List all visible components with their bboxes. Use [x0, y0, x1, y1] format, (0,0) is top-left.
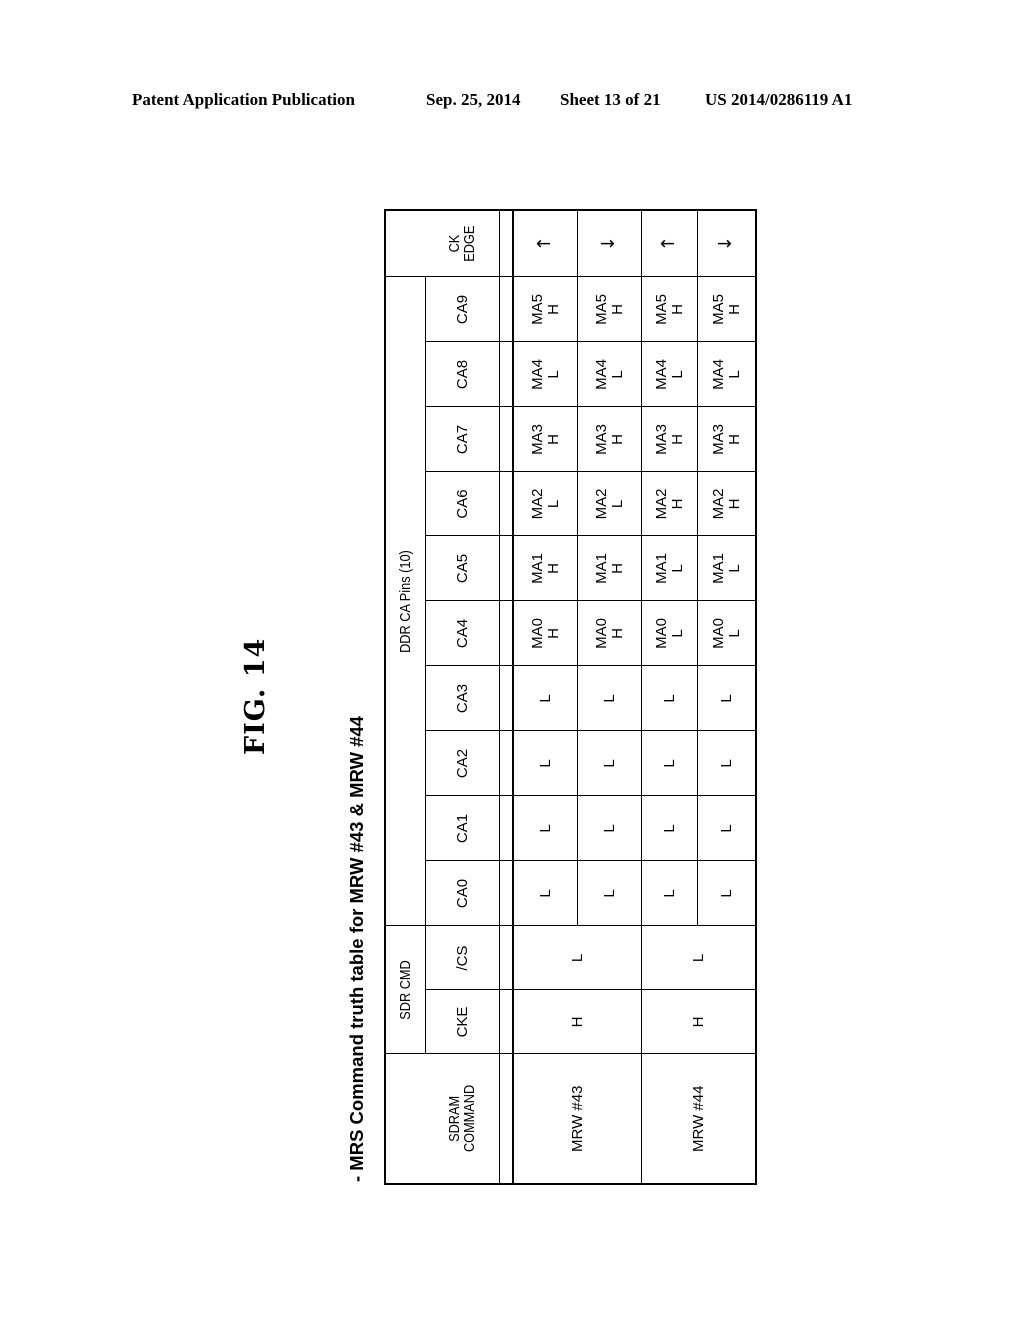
ca8-cell: MA4 L [513, 342, 578, 407]
col-header-ca7: CA7 [425, 407, 500, 472]
ca5-cell: MA1 H [577, 536, 642, 601]
ca6-cell: MA2 L [513, 472, 578, 536]
figure-caption-text: - MRS Command truth table for MRW #43 & … [346, 716, 367, 1182]
arrow-down-icon: ↓ [697, 210, 756, 277]
cs-cell: L [641, 926, 756, 990]
ca4-cell: MA0 L [697, 601, 756, 666]
ca1-cell: L [641, 796, 698, 861]
ca0-cell: L [641, 861, 698, 926]
ca5-cell: MA1 L [641, 536, 698, 601]
ca4-cell: MA0 L [641, 601, 698, 666]
ca8-cell: MA4 L [577, 342, 642, 407]
ca7-cell: MA3 H [641, 407, 698, 472]
ca6-cell: MA2 L [577, 472, 642, 536]
cke-cell: H [641, 990, 756, 1054]
col-header-ca6: CA6 [425, 472, 500, 536]
col-header-ca4: CA4 [425, 601, 500, 666]
col-header-sdram-command: SDRAM COMMAND [425, 1054, 500, 1184]
ca6-cell: MA2 H [697, 472, 756, 536]
column-header-row: SDRAM COMMAND CKE /CS CA0 CA1 CA2 CA3 CA4… [425, 210, 500, 1184]
ca3-cell: L [577, 666, 642, 731]
col-header-cs: /CS [425, 926, 500, 990]
command-cell: MRW #43 [513, 1054, 642, 1184]
col-header-ca2: CA2 [425, 731, 500, 796]
ca4-cell: MA0 H [577, 601, 642, 666]
blank-header-cell [385, 1054, 426, 1184]
ca3-cell: L [641, 666, 698, 731]
ca9-cell: MA5 H [577, 277, 642, 342]
mrs-truth-table: SDR CMD DDR CA Pins (10) SDRAM COMMAND CK… [384, 209, 757, 1185]
ca6-cell: MA2 H [641, 472, 698, 536]
table-row: MRW #44 H L L L L L MA0 L MA1 L MA2 H MA3 H MA4 L MA5 H ↑ [641, 210, 756, 1184]
ca9-cell: MA5 H [641, 277, 698, 342]
arrow-down-icon: ↓ [577, 210, 642, 277]
cs-cell: L [513, 926, 642, 990]
ca7-cell: MA3 H [697, 407, 756, 472]
col-header-ca8: CA8 [425, 342, 500, 407]
ca9-cell: MA5 H [697, 277, 756, 342]
ca5-cell: MA1 L [697, 536, 756, 601]
publication-type: Patent Application Publication [132, 90, 355, 109]
group-header-row: SDR CMD DDR CA Pins (10) [385, 210, 426, 1184]
arrow-up-icon: ↑ [513, 210, 578, 277]
ca1-cell: L [697, 796, 756, 861]
cke-cell: H [513, 990, 642, 1054]
group-header-sdr-cmd: SDR CMD [385, 926, 426, 1054]
ca2-cell: L [513, 731, 578, 796]
blank-header-cell [385, 210, 426, 277]
patent-number: US 2014/0286119 A1 [705, 90, 853, 109]
ca7-cell: MA3 H [513, 407, 578, 472]
truth-table-container: SDR CMD DDR CA Pins (10) SDRAM COMMAND CK… [384, 209, 757, 1185]
ca2-cell: L [641, 731, 698, 796]
ca2-cell: L [577, 731, 642, 796]
ca5-cell: MA1 H [513, 536, 578, 601]
figure-label-text: FIG. 14 [240, 637, 271, 755]
table-body: MRW #43 H L L L L L MA0 H MA1 H MA2 L MA3 H MA4 L MA5 H ↑ L L… [513, 210, 756, 1184]
ca9-cell: MA5 H [513, 277, 578, 342]
col-header-ck-edge: CK EDGE [425, 210, 500, 277]
col-header-cke: CKE [425, 990, 500, 1054]
sheet-number: Sheet 13 of 21 [560, 90, 661, 109]
ca3-cell: L [697, 666, 756, 731]
col-header-ca1: CA1 [425, 796, 500, 861]
ca0-cell: L [513, 861, 578, 926]
ca7-cell: MA3 H [577, 407, 642, 472]
header-separator-row [499, 210, 513, 1184]
command-cell: MRW #44 [641, 1054, 756, 1184]
col-header-ca0: CA0 [425, 861, 500, 926]
table-row: MRW #43 H L L L L L MA0 H MA1 H MA2 L MA3 H MA4 L MA5 H ↑ [513, 210, 642, 1184]
group-header-ddr-ca-pins: DDR CA Pins (10) [385, 277, 426, 926]
ca3-cell: L [513, 666, 578, 731]
ca1-cell: L [513, 796, 578, 861]
ca8-cell: MA4 L [641, 342, 698, 407]
col-header-ca9: CA9 [425, 277, 500, 342]
ca0-cell: L [697, 861, 756, 926]
ca1-cell: L [577, 796, 642, 861]
publication-date: Sep. 25, 2014 [426, 90, 521, 109]
ca0-cell: L [577, 861, 642, 926]
ca2-cell: L [697, 731, 756, 796]
ca8-cell: MA4 L [697, 342, 756, 407]
ca4-cell: MA0 H [513, 601, 578, 666]
col-header-ca5: CA5 [425, 536, 500, 601]
arrow-up-icon: ↑ [641, 210, 698, 277]
col-header-ca3: CA3 [425, 666, 500, 731]
